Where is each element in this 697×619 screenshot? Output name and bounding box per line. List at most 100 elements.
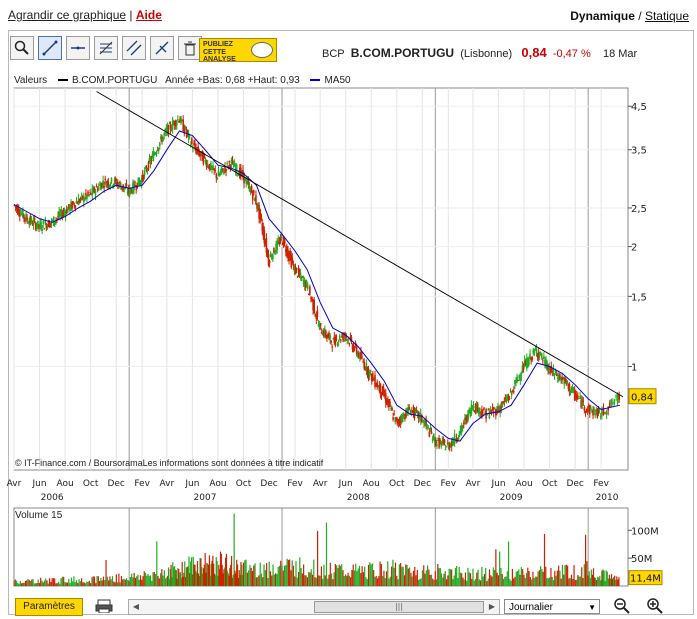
volume-bar [133, 572, 135, 586]
month-tick-label: Fev [593, 479, 609, 489]
period-select[interactable]: Journalier ▼ [504, 599, 600, 614]
volume-bar [496, 572, 498, 586]
price-candle [522, 367, 525, 370]
volume-bar [127, 580, 129, 586]
volume-bar [280, 560, 282, 586]
volume-bar [47, 583, 49, 586]
volume-bar [81, 578, 83, 586]
volume-bar [17, 582, 19, 586]
volume-bar [275, 573, 277, 586]
volume-bar [537, 571, 539, 586]
price-candle [616, 394, 619, 404]
volume-bar [394, 562, 397, 586]
price-candle [401, 415, 404, 423]
volume-bar [148, 575, 150, 586]
price-candle [491, 406, 494, 410]
volume-bar [328, 574, 330, 586]
year-tick-label: 2008 [347, 493, 370, 503]
volume-bar [63, 576, 65, 586]
volume-bar [482, 576, 484, 586]
price-candle [157, 147, 160, 151]
volume-bar [83, 582, 85, 586]
volume-bar [258, 575, 260, 586]
price-chart[interactable]: 4,53,52,521,510,84 Avr Jun Aou Oct Dec Fev Avr… [0, 0, 697, 619]
volume-bar [142, 576, 144, 586]
time-scrollbar[interactable]: ◀ ||| ▶ [128, 599, 500, 615]
price-candle [423, 420, 425, 424]
volume-bar [358, 565, 361, 586]
volume-bar [305, 575, 307, 586]
price-candle [582, 400, 585, 403]
volume-bar [543, 534, 546, 586]
volume-bar [78, 579, 80, 586]
zoom-out-icon[interactable] [613, 597, 631, 619]
scroll-left-icon[interactable]: ◀ [129, 600, 143, 614]
volume-bar [419, 579, 421, 586]
volume-bar [104, 580, 106, 586]
printer-icon[interactable] [95, 599, 113, 617]
price-candle [369, 370, 372, 373]
volume-bar [97, 576, 99, 586]
price-candle [581, 398, 584, 407]
volume-bar [488, 569, 491, 586]
volume-bar [491, 576, 493, 586]
price-candle [555, 374, 558, 377]
price-candle [508, 397, 511, 399]
volume-bar [43, 580, 46, 586]
volume-bar [588, 571, 590, 586]
volume-bar [434, 571, 436, 586]
price-candle [94, 190, 97, 196]
volume-bar [313, 559, 315, 586]
scroll-right-icon[interactable]: ▶ [485, 600, 499, 614]
volume-bar [66, 582, 69, 586]
volume-bar [583, 564, 585, 586]
price-candle [511, 390, 514, 392]
volume-bar [383, 570, 385, 586]
parameters-button[interactable]: Paramètres [15, 598, 83, 616]
volume-bar [599, 575, 601, 586]
price-candle [255, 195, 257, 205]
volume-bar [608, 574, 610, 586]
volume-bar [451, 569, 453, 586]
volume-bar [111, 576, 114, 586]
volume-bar [257, 577, 259, 586]
volume-bar [433, 579, 435, 586]
volume-bar [245, 559, 247, 586]
price-candle [60, 209, 63, 215]
price-candle [604, 412, 606, 414]
volume-bar [567, 565, 569, 586]
volume-bar [84, 583, 87, 586]
volume-bar [132, 577, 134, 586]
volume-bar [611, 578, 614, 586]
price-candle [566, 380, 569, 384]
volume-bar [54, 578, 56, 586]
volume-bar [356, 570, 358, 586]
volume-bar [70, 577, 72, 586]
price-candle [535, 349, 538, 354]
volume-bar [143, 571, 145, 586]
volume-bar [370, 564, 372, 586]
price-candle [361, 356, 363, 358]
zoom-in-icon[interactable] [646, 597, 664, 619]
volume-bar [490, 575, 492, 586]
volume-bar [520, 567, 522, 586]
price-candle [430, 431, 433, 434]
scroll-thumb[interactable]: ||| [314, 601, 484, 613]
volume-bar [296, 577, 298, 586]
volume-bar [478, 579, 480, 586]
volume-bar [244, 560, 246, 586]
month-tick-label: Aou [56, 479, 73, 489]
volume-bar [26, 580, 28, 586]
volume-bar [410, 572, 412, 586]
volume-bar [596, 580, 598, 586]
price-candle [493, 408, 496, 410]
volume-bar [308, 572, 310, 586]
year-tick-label: 2006 [41, 493, 64, 503]
volume-bar [546, 577, 548, 586]
volume-bar [505, 576, 507, 586]
volume-bar [613, 577, 615, 586]
price-candle [292, 264, 295, 266]
volume-bar [464, 572, 467, 586]
price-candle [334, 336, 337, 346]
volume-bar [397, 579, 399, 586]
